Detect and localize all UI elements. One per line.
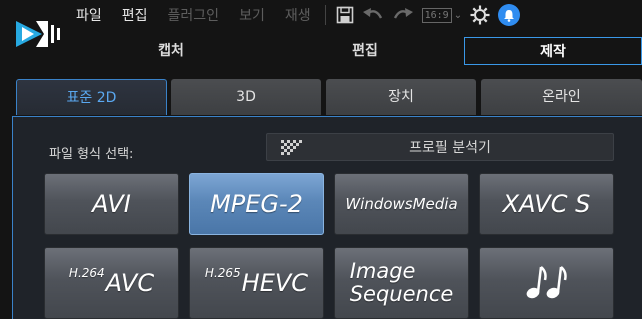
- format-windowsmedia-label: WindowsMedia: [345, 195, 458, 213]
- tab-online[interactable]: 온라인: [481, 79, 642, 115]
- menu-view[interactable]: 보기: [239, 5, 265, 25]
- tab-3d[interactable]: 3D: [171, 79, 321, 115]
- format-avc-label: AVC: [105, 269, 155, 297]
- tab-produce[interactable]: 제작: [464, 37, 642, 65]
- profile-analyzer-button[interactable]: 프로필 분석기: [266, 133, 614, 161]
- tab-standard-2d[interactable]: 표준 2D: [16, 79, 167, 115]
- save-icon[interactable]: [336, 6, 354, 24]
- profile-analyzer-icon: [281, 140, 303, 160]
- menu-plugins[interactable]: 플러그인: [168, 5, 220, 25]
- notification-bell-icon[interactable]: [498, 4, 521, 26]
- profile-analyzer-label: 프로필 분석기: [409, 140, 491, 156]
- app-window: 파일 편집 플러그인 보기 재생 16:9 ⌄ 캡처 편집 제작 표준 2D 3…: [0, 0, 642, 319]
- menu-divider: [324, 5, 326, 25]
- format-audio-button[interactable]: [479, 247, 614, 319]
- tab-device[interactable]: 장치: [326, 79, 476, 115]
- format-image-sequence-button[interactable]: Image Sequence: [334, 247, 469, 319]
- format-image-sequence-line2: Sequence: [349, 282, 454, 306]
- undo-icon[interactable]: [362, 6, 384, 24]
- format-hevc-label: HEVC: [241, 269, 309, 297]
- format-image-sequence-line1: Image: [349, 259, 416, 283]
- format-panel: 파일 형식 선택: 프로필 분석기 AVI MPEG-2 WindowsMedi…: [12, 116, 642, 319]
- app-logo-icon: [14, 19, 64, 49]
- format-hevc-codec-label: H.265: [204, 266, 241, 280]
- format-xavcs-button[interactable]: XAVC S: [479, 173, 614, 235]
- menu-bar: 파일 편집 플러그인 보기 재생 16:9 ⌄: [76, 0, 521, 30]
- format-avi-button[interactable]: AVI: [44, 173, 179, 235]
- tab-capture[interactable]: 캡처: [76, 37, 266, 65]
- format-hevc-button[interactable]: H.265 HEVC: [189, 247, 324, 319]
- format-mpeg2-button[interactable]: MPEG-2: [189, 173, 324, 235]
- format-avc-button[interactable]: H.264 AVC: [44, 247, 179, 319]
- format-avi-label: AVI: [92, 190, 131, 218]
- tab-edit[interactable]: 편집: [266, 37, 464, 65]
- mode-tabs: 캡처 편집 제작: [76, 37, 642, 65]
- format-mpeg2-label: MPEG-2: [210, 190, 303, 218]
- chevron-down-icon: ⌄: [453, 9, 463, 21]
- music-notes-icon: [523, 262, 571, 304]
- settings-gear-icon[interactable]: [470, 5, 490, 25]
- menu-file[interactable]: 파일: [76, 5, 102, 25]
- format-xavcs-label: XAVC S: [502, 190, 591, 218]
- redo-icon[interactable]: [392, 6, 414, 24]
- aspect-ratio-value: 16:9: [421, 7, 452, 23]
- format-windowsmedia-button[interactable]: WindowsMedia: [334, 173, 469, 235]
- format-image-sequence-label: Image Sequence: [350, 260, 454, 306]
- file-format-label: 파일 형식 선택:: [49, 147, 134, 162]
- menu-edit[interactable]: 편집: [122, 5, 148, 25]
- aspect-ratio-dropdown[interactable]: 16:9 ⌄: [421, 7, 463, 23]
- format-avc-codec-label: H.264: [68, 266, 105, 280]
- menu-playback[interactable]: 재생: [285, 5, 311, 25]
- produce-sub-tabs: 표준 2D 3D 장치 온라인: [16, 79, 642, 115]
